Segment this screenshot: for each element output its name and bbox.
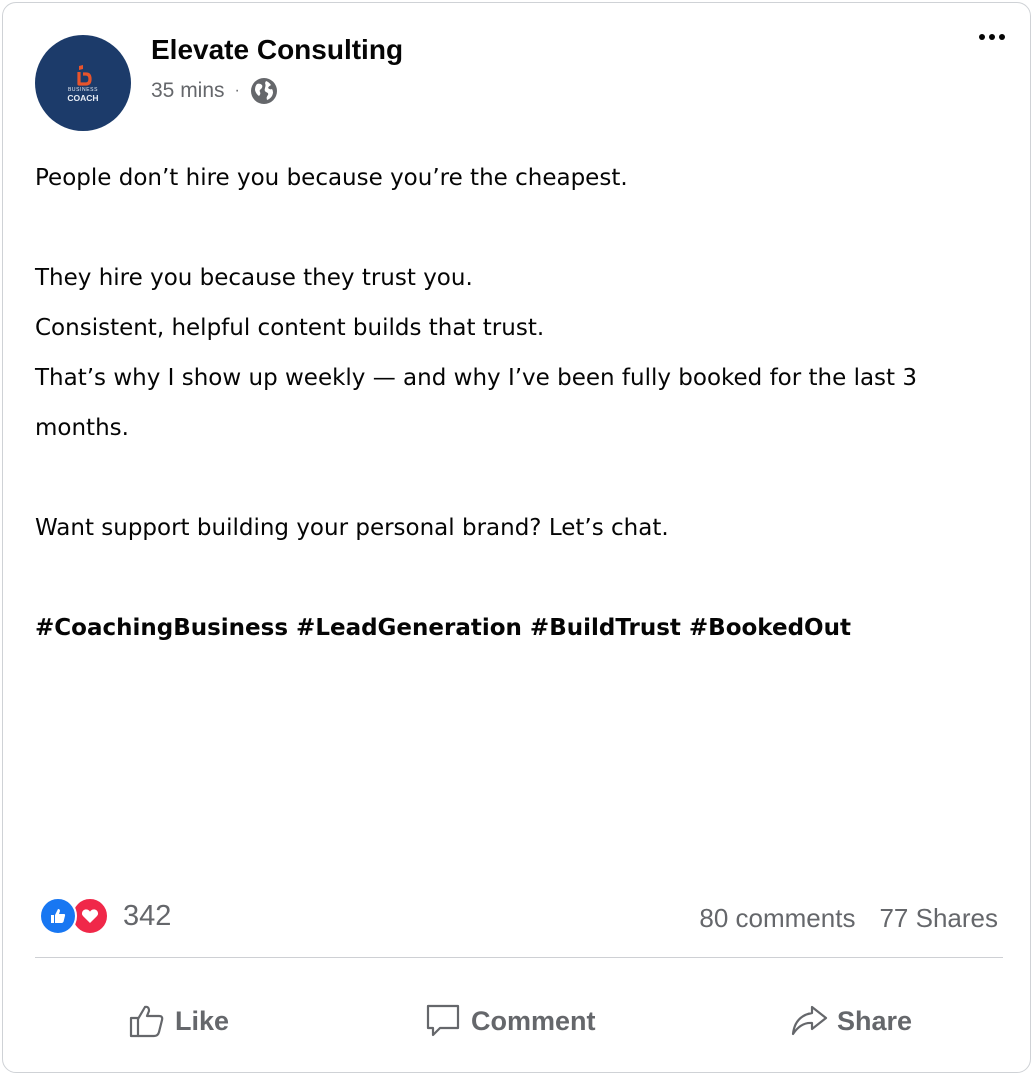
post-line: Want support building your personal bran… xyxy=(35,515,669,541)
divider xyxy=(35,957,1003,958)
like-reaction-icon xyxy=(39,897,77,935)
avatar-logo-title: COACH xyxy=(67,92,99,103)
comment-icon xyxy=(426,1004,460,1037)
like-label: Like xyxy=(175,1005,230,1036)
more-options-icon xyxy=(979,34,1005,40)
share-label: Share xyxy=(837,1005,913,1036)
comments-count[interactable]: 80 comments xyxy=(699,903,855,934)
post-card: BUSINESS COACH Elevate Consulting 35 min… xyxy=(2,2,1031,1073)
avatar[interactable]: BUSINESS COACH xyxy=(35,35,131,131)
shares-count[interactable]: 77 Shares xyxy=(879,903,998,934)
reaction-summary[interactable]: 342 xyxy=(39,897,171,935)
share-arrow-icon xyxy=(791,1005,828,1036)
reaction-count: 342 xyxy=(123,899,172,932)
author-name[interactable]: Elevate Consulting xyxy=(151,34,403,66)
share-button[interactable]: Share xyxy=(789,993,912,1049)
globe-icon[interactable] xyxy=(250,77,278,105)
more-options-button[interactable] xyxy=(974,23,1010,51)
like-button[interactable]: Like xyxy=(127,993,229,1049)
post-hashtags[interactable]: #CoachingBusiness #LeadGeneration #Build… xyxy=(35,603,995,653)
post-timestamp[interactable]: 35 mins xyxy=(151,79,225,103)
post-meta: 35 mins · xyxy=(151,77,278,105)
post-line: That’s why I show up weekly — and why I’… xyxy=(35,365,917,441)
post-line: They hire you because they trust you. xyxy=(35,265,473,291)
comment-button[interactable]: Comment xyxy=(423,993,596,1049)
meta-separator: · xyxy=(234,82,240,99)
post-line: People don’t hire you because you’re the… xyxy=(35,165,628,191)
brand-logo-icon xyxy=(77,64,92,86)
avatar-logo-caption: BUSINESS xyxy=(67,86,99,93)
engagement-stats: 80 comments 77 Shares xyxy=(699,903,998,934)
comment-label: Comment xyxy=(471,1005,596,1036)
post-line: Consistent, helpful content builds that … xyxy=(35,315,545,341)
thumbs-up-icon xyxy=(129,1005,164,1038)
post-text: People don’t hire you because you’re the… xyxy=(35,153,995,653)
